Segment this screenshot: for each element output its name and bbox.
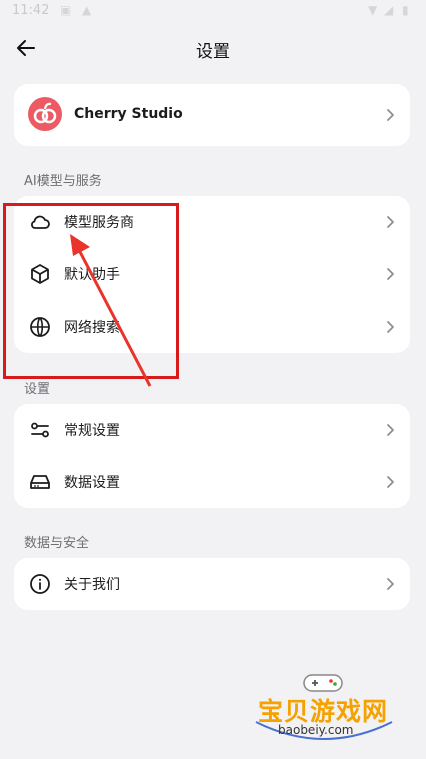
profile-card[interactable]: Cherry Studio: [14, 84, 410, 146]
watermark-url: baobeiy.com: [278, 723, 354, 737]
menu-item-label: 关于我们: [64, 577, 120, 593]
chevron-right-icon: [387, 578, 394, 590]
menu-item-general-settings[interactable]: 常规设置: [14, 404, 410, 456]
wifi-icon: ▼: [368, 3, 378, 17]
menu-item-data-settings[interactable]: 数据设置: [14, 456, 410, 508]
profile-name: Cherry Studio: [74, 106, 183, 122]
settings-card: 常规设置 数据设置: [14, 404, 410, 508]
signal-icon: ◢: [384, 3, 394, 17]
menu-item-about-us[interactable]: 关于我们: [14, 558, 410, 610]
watermark: 宝贝游戏网 baobeiy.com: [248, 670, 418, 752]
cherry-studio-logo: [28, 97, 62, 131]
app-bar: 设置: [0, 24, 426, 72]
menu-item-label: 数据设置: [64, 475, 120, 491]
chevron-right-icon: [387, 109, 394, 121]
highlight-box: [3, 203, 179, 379]
page-title: 设置: [196, 42, 230, 62]
data-security-card: 关于我们: [14, 558, 410, 610]
sliders-icon: [31, 422, 49, 438]
info-icon: [30, 574, 50, 594]
chevron-right-icon: [387, 424, 394, 436]
status-bar: 11:42 ▣ ▲ ▼ ◢ ▮: [0, 0, 426, 24]
section-title-data-security: 数据与安全: [24, 536, 90, 551]
chevron-right-icon: [387, 216, 394, 228]
menu-item-label: 常规设置: [64, 423, 120, 439]
warning-icon: ▲: [82, 3, 92, 17]
hard-drive-icon: [30, 475, 50, 489]
status-time: 11:42: [12, 3, 50, 18]
battery-icon: ▮: [402, 3, 409, 17]
chevron-right-icon: [387, 476, 394, 488]
app-notification-icon: ▣: [60, 3, 72, 17]
chevron-right-icon: [387, 268, 394, 280]
chevron-right-icon: [387, 321, 394, 333]
section-title-ai: AI模型与服务: [24, 174, 102, 189]
section-title-settings: 设置: [24, 382, 51, 397]
